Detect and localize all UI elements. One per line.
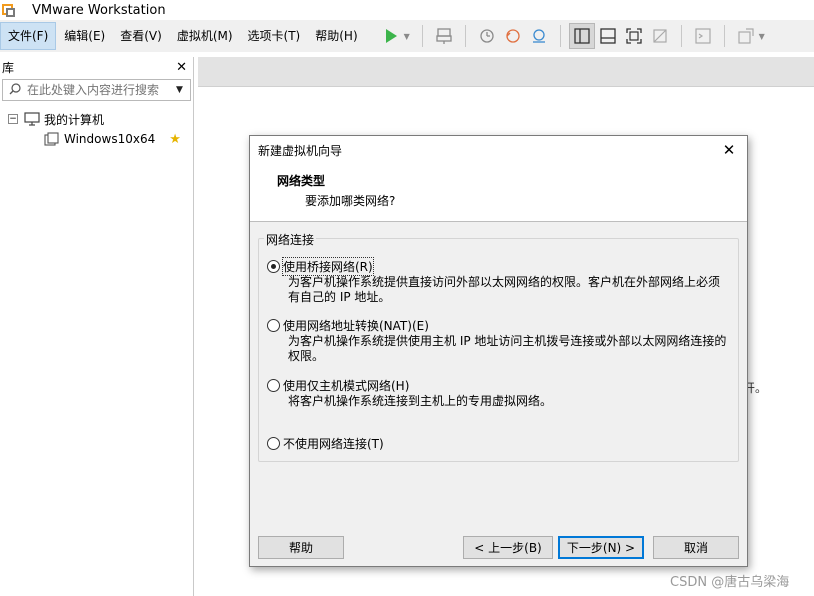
toolbar-separator xyxy=(559,25,561,47)
menu-help[interactable]: 帮助(H) xyxy=(308,22,364,50)
search-icon xyxy=(9,82,21,98)
next-button[interactable]: 下一步(N) > xyxy=(558,536,644,559)
description-line: 为客户机操作系统提供使用主机 IP 地址访问主机拨号连接或外部以太网网络连接的 xyxy=(288,334,727,348)
unity-icon[interactable] xyxy=(647,23,673,49)
close-icon[interactable]: ✕ xyxy=(176,60,187,75)
computer-icon xyxy=(24,112,40,126)
menu-view[interactable]: 查看(V) xyxy=(113,22,169,50)
option-host-only: 使用仅主机模式网络(H) 将客户机操作系统连接到主机上的专用虚拟网络。 xyxy=(267,377,738,409)
chevron-down-icon[interactable]: ▼ xyxy=(404,32,414,41)
play-icon[interactable] xyxy=(378,23,404,49)
vm-icon xyxy=(44,132,60,146)
library-title: 库 xyxy=(2,60,15,75)
help-button[interactable]: 帮助 xyxy=(258,536,344,559)
radio-host-only-label[interactable]: 使用仅主机模式网络(H) xyxy=(283,377,409,394)
library-header: 库 ✕ xyxy=(0,57,193,77)
collapse-icon[interactable]: − xyxy=(8,114,18,124)
description-line: 有自己的 IP 地址。 xyxy=(288,290,391,304)
chevron-down-icon[interactable]: ▼ xyxy=(759,32,769,41)
back-button[interactable]: < 上一步(B) xyxy=(463,536,553,559)
console-icon[interactable] xyxy=(690,23,716,49)
close-icon[interactable]: ✕ xyxy=(719,141,739,159)
tree-item-vm[interactable]: Windows10x64 ★ xyxy=(0,129,193,149)
menu-vm[interactable]: 虚拟机(M) xyxy=(170,22,240,50)
toolbar-separator xyxy=(723,25,725,47)
radio-no-network-label[interactable]: 不使用网络连接(T) xyxy=(283,435,384,452)
search-input[interactable] xyxy=(27,83,176,97)
option-description: 将客户机操作系统连接到主机上的专用虚拟网络。 xyxy=(288,394,738,409)
menu-tabs[interactable]: 选项卡(T) xyxy=(241,22,308,50)
manage-snapshots-icon[interactable] xyxy=(526,23,552,49)
page-title: 网络类型 xyxy=(277,174,326,188)
full-screen-icon[interactable] xyxy=(621,23,647,49)
radio-no-network[interactable] xyxy=(267,437,280,450)
vmware-logo-icon xyxy=(2,2,18,18)
option-description: 为客户机操作系统提供使用主机 IP 地址访问主机拨号连接或外部以太网网络连接的 … xyxy=(288,334,738,364)
radio-nat[interactable] xyxy=(267,319,280,332)
radio-nat-label[interactable]: 使用网络地址转换(NAT)(E) xyxy=(283,317,429,334)
group-label: 网络连接 xyxy=(264,231,317,248)
dialog-title: 新建虚拟机向导 xyxy=(258,143,343,158)
stretch-icon[interactable] xyxy=(733,23,759,49)
radio-bridged-label[interactable]: 使用桥接网络(R) xyxy=(282,257,374,276)
menu-file[interactable]: 文件(F) xyxy=(0,22,57,50)
toolbar-separator xyxy=(680,25,682,47)
toolbar-separator xyxy=(464,25,466,47)
library-pane: 库 ✕ ▼ − 我的计算机 Windows10x64 ★ xyxy=(0,57,194,596)
tree-item-my-computer[interactable]: − 我的计算机 xyxy=(0,109,193,129)
option-no-network: 不使用网络连接(T) xyxy=(267,435,384,452)
app-title: VMware Workstation xyxy=(32,2,166,18)
menubar: 文件(F) 编辑(E) 查看(V) 虚拟机(M) 选项卡(T) 帮助(H) ▼ xyxy=(0,20,814,52)
watermark: CSDN @唐古乌梁海 xyxy=(670,575,790,590)
new-vm-wizard-dialog: 新建虚拟机向导 ✕ 网络类型 要添加哪类网络? 网络连接 使用桥接网络(R) 为… xyxy=(249,135,748,567)
revert-snapshot-icon[interactable] xyxy=(500,23,526,49)
radio-host-only[interactable] xyxy=(267,379,280,392)
description-line: 为客户机操作系统提供直接访问外部以太网网络的权限。客户机在外部网络上必须 xyxy=(288,275,721,289)
tree-item-label: Windows10x64 xyxy=(64,132,156,146)
option-nat: 使用网络地址转换(NAT)(E) 为客户机操作系统提供使用主机 IP 地址访问主… xyxy=(267,317,738,364)
toolbar: ▼ ▼ xyxy=(378,22,769,50)
menu-edit[interactable]: 编辑(E) xyxy=(57,22,112,50)
option-description: 为客户机操作系统提供直接访问外部以太网网络的权限。客户机在外部网络上必须 有自己… xyxy=(288,275,738,305)
tab-strip xyxy=(198,57,814,87)
thumbnail-bar-icon[interactable] xyxy=(595,23,621,49)
library-search: ▼ xyxy=(2,79,191,101)
library-tree: − 我的计算机 Windows10x64 ★ xyxy=(0,109,193,149)
tree-item-label: 我的计算机 xyxy=(44,112,105,127)
show-library-icon[interactable] xyxy=(568,23,595,49)
description-line: 将客户机操作系统连接到主机上的专用虚拟网络。 xyxy=(288,394,553,408)
page-subtitle: 要添加哪类网络? xyxy=(305,194,396,208)
radio-bridged[interactable] xyxy=(267,260,280,273)
dialog-titlebar: 新建虚拟机向导 ✕ xyxy=(250,136,747,164)
snapshot-icon[interactable] xyxy=(474,23,500,49)
cancel-button[interactable]: 取消 xyxy=(653,536,739,559)
option-bridged: 使用桥接网络(R) 为客户机操作系统提供直接访问外部以太网网络的权限。客户机在外… xyxy=(267,257,738,305)
title-bar: VMware Workstation xyxy=(0,0,814,20)
description-line: 权限。 xyxy=(288,349,325,363)
favorite-star-icon[interactable]: ★ xyxy=(169,132,181,147)
send-keys-icon[interactable] xyxy=(431,23,457,49)
dialog-header: 网络类型 要添加哪类网络? xyxy=(250,164,747,222)
chevron-down-icon[interactable]: ▼ xyxy=(176,85,190,95)
network-connection-group: 网络连接 使用桥接网络(R) 为客户机操作系统提供直接访问外部以太网网络的权限。… xyxy=(258,231,739,462)
toolbar-separator xyxy=(421,25,423,47)
